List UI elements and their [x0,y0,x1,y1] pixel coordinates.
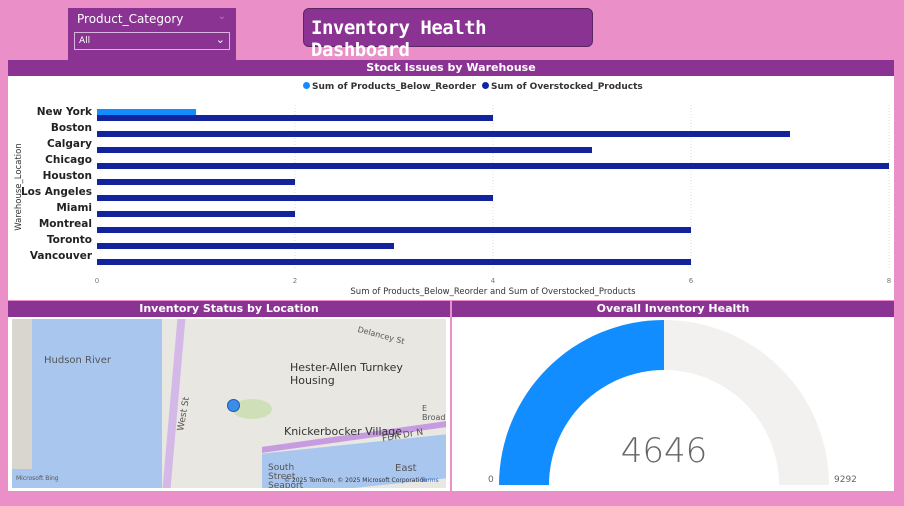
map-label: West St [176,396,193,432]
gauge-panel: Overall Inventory Health 4646 0 9292 [452,301,894,491]
product-category-slicer: Product_Category ⌄ All ⌄ [68,8,236,60]
bar [97,243,394,249]
dropdown-value: All [79,36,91,46]
bar [97,131,790,137]
y-tick-label: Montreal [39,218,92,230]
bar [97,211,295,217]
y-tick-label: Vancouver [30,250,93,262]
chevron-down-icon[interactable]: ⌄ [218,11,226,22]
y-tick-label: Los Angeles [21,186,92,198]
location-marker[interactable] [227,399,240,412]
y-axis-label: Warehouse_Location [14,143,24,230]
gauge-value: 4646 [620,431,708,471]
y-tick-label: Miami [56,202,92,214]
bing-logo: Microsoft Bing [16,475,59,482]
x-tick-label: 0 [95,277,99,285]
y-tick-label: Boston [51,122,92,134]
bar-chart: 0 2 4 6 8 New York Boston Calgary Chicago Houston… [14,105,891,297]
chevron-down-icon: ⌄ [215,33,225,46]
y-tick-label: Toronto [47,234,92,246]
stock-issues-chart-panel: Stock Issues by Warehouse Sum of Product… [8,60,894,300]
bar [97,163,889,169]
map-view[interactable]: Hudson River Hester-Allen Turnkey Housin… [12,319,446,488]
map-label: East [395,463,417,474]
map-label: Delancey St [356,324,406,347]
bar [97,227,691,233]
x-axis-label: Sum of Products_Below_Reorder and Sum of… [350,287,636,297]
y-tick-label: Chicago [45,154,92,166]
map-panel: Inventory Status by Location Hudson Rive… [8,301,450,491]
map-label: Hudson River [44,355,111,366]
x-tick-label: 2 [293,277,297,285]
bar [97,195,493,201]
gauge-max: 9292 [834,475,857,485]
y-tick-label: Houston [43,170,92,182]
product-category-dropdown[interactable]: All ⌄ [74,32,230,50]
gauge-min: 0 [488,475,494,485]
y-tick-label: New York [37,106,93,118]
bar [97,109,196,115]
bar [97,147,592,153]
terms-link[interactable]: Terms [421,477,439,484]
bar [97,179,295,185]
map-label: South Street Seaport [268,463,304,489]
bar [97,115,493,121]
map-title: Inventory Status by Location [8,301,450,317]
bar [97,259,691,265]
map-label: Hester-Allen Turnkey Housing [290,361,403,387]
x-tick-label: 6 [689,277,694,285]
y-tick-label: Calgary [47,138,92,150]
x-tick-label: 8 [887,277,891,285]
map-copyright: © 2025 TomTom, © 2025 Microsoft Corporat… [284,477,427,484]
x-tick-label: 4 [491,277,496,285]
map-label: E Broadway [422,404,446,422]
dashboard-title: Inventory Health Dashboard [303,8,593,61]
slicer-label: Product_Category [77,12,184,26]
